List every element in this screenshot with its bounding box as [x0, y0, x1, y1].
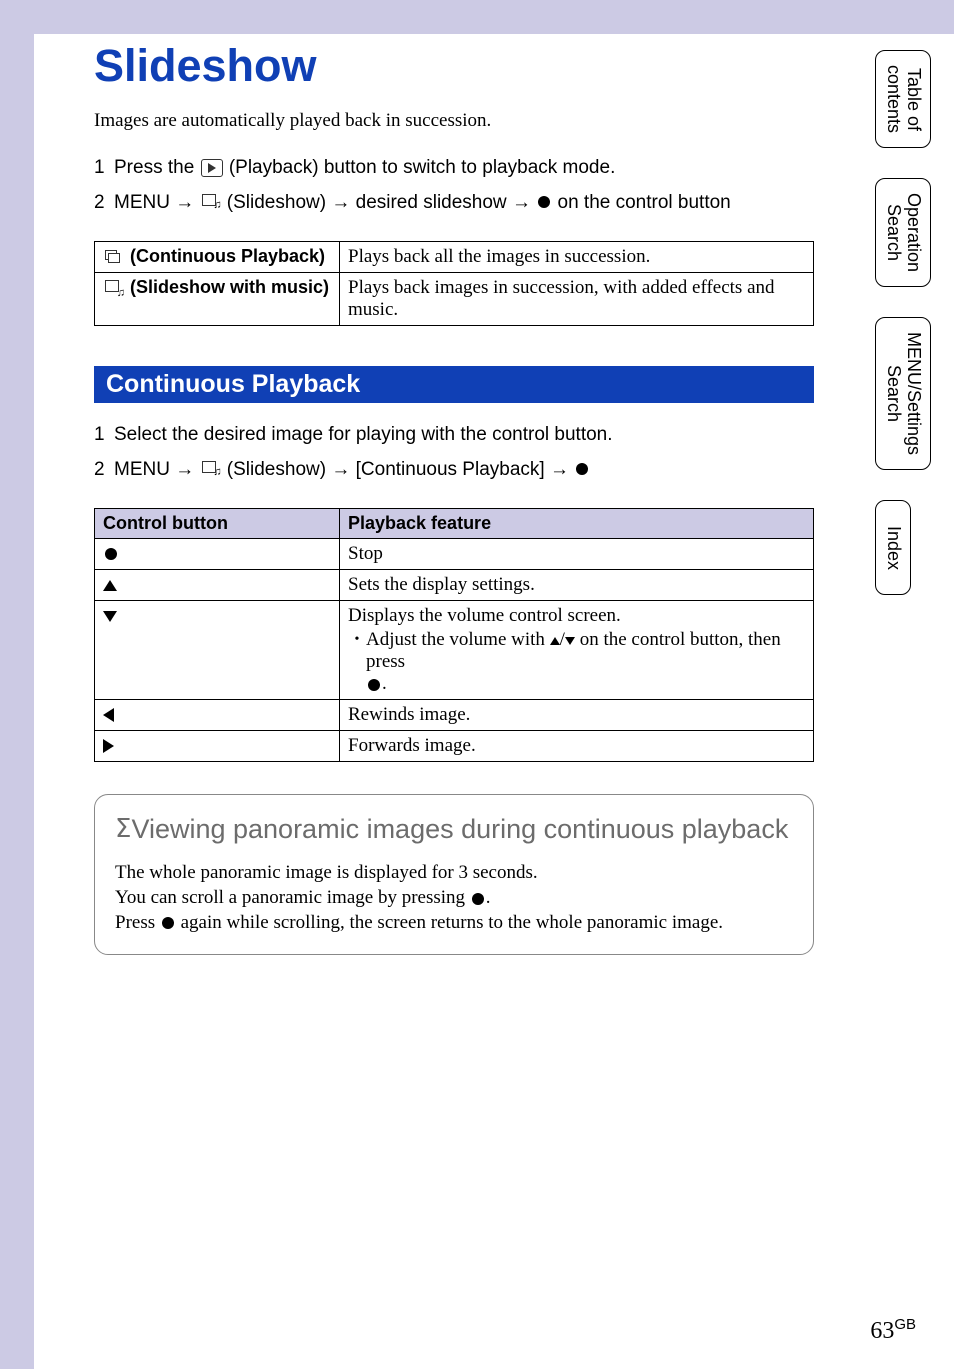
tab-menu-settings[interactable]: MENU/Settings Search	[875, 317, 931, 470]
step-text: (Slideshow)	[222, 459, 332, 480]
step-text: on the control button	[552, 192, 731, 213]
cell-feature: Sets the display settings.	[340, 570, 814, 601]
step-text-prefix: Press the	[114, 157, 200, 178]
section-steps: 1 Select the desired image for playing w…	[94, 421, 814, 484]
sidebar-tabs: Table of contents Operation Search MENU/…	[875, 50, 931, 625]
playback-icon	[201, 159, 223, 177]
table-row: Displays the volume control screen. • Ad…	[95, 601, 814, 700]
mode-table: (Continuous Playback) Plays back all the…	[94, 241, 814, 326]
table-row: Forwards image.	[95, 731, 814, 762]
continuous-playback-icon	[105, 249, 123, 265]
main-steps: 1 Press the (Playback) button to switch …	[94, 154, 814, 217]
table-header-row: Control button Playback feature	[95, 509, 814, 539]
tip-line: The whole panoramic image is displayed f…	[115, 861, 793, 886]
sub-text: Adjust the volume with	[366, 629, 550, 650]
tab-contents[interactable]: Table of contents	[875, 50, 931, 148]
cell-feature: Rewinds image.	[340, 700, 814, 731]
tip-line: again while scrolling, the screen return…	[176, 912, 723, 933]
left-bar	[0, 0, 34, 1369]
slideshow-icon	[202, 461, 220, 477]
center-button-icon	[162, 917, 174, 929]
step-text: [Continuous Playback]	[350, 459, 550, 480]
step-text-suffix: (Playback) button to switch to playback …	[224, 157, 616, 178]
step-2: 2 MENU → (Slideshow) → desired slideshow…	[94, 189, 814, 218]
right-icon	[103, 739, 114, 753]
col-header: Playback feature	[340, 509, 814, 539]
slideshow-icon	[202, 194, 220, 210]
center-button-icon	[368, 679, 380, 691]
cell-feature: Stop	[340, 539, 814, 570]
cell-feature: Displays the volume control screen.	[348, 605, 621, 626]
table-row: Sets the display settings.	[95, 570, 814, 601]
col-header: Control button	[95, 509, 340, 539]
page-number: 63GB	[870, 1316, 916, 1345]
step-num: 2	[94, 189, 114, 218]
down-icon	[565, 637, 575, 645]
table-row: (Slideshow with music) Plays back images…	[95, 273, 814, 326]
step-text: desired slideshow	[350, 192, 512, 213]
tip-line: You can scroll a panoramic image by pres…	[115, 887, 470, 908]
arrow-icon: →	[175, 192, 194, 213]
cell-label: (Slideshow with music)	[125, 277, 329, 297]
center-button-icon	[576, 463, 588, 475]
tab-operation[interactable]: Operation Search	[875, 178, 931, 287]
intro-text: Images are automatically played back in …	[94, 110, 814, 132]
step-text: Select the desired image for playing wit…	[114, 421, 814, 450]
arrow-icon: →	[331, 192, 350, 213]
tip-line: .	[486, 887, 491, 908]
page-title: Slideshow	[94, 40, 814, 92]
top-bar	[0, 0, 954, 34]
cell-label: (Continuous Playback)	[125, 246, 325, 266]
arrow-icon: →	[175, 459, 194, 480]
tab-index[interactable]: Index	[875, 500, 911, 595]
tip-box: ⵉViewing panoramic images during continu…	[94, 794, 814, 955]
bullet-icon: •	[348, 629, 366, 695]
up-icon	[103, 580, 117, 591]
center-button-icon	[538, 196, 550, 208]
table-row: (Continuous Playback) Plays back all the…	[95, 242, 814, 273]
page-locale: GB	[894, 1316, 916, 1333]
slideshow-music-icon	[105, 280, 123, 296]
section-header: Continuous Playback	[94, 366, 814, 403]
step-num: 2	[94, 456, 114, 485]
table-row: Stop	[95, 539, 814, 570]
arrow-icon: →	[550, 459, 569, 480]
arrow-icon: →	[512, 192, 531, 213]
arrow-icon: →	[331, 459, 350, 480]
down-icon	[103, 611, 117, 622]
up-icon	[550, 637, 560, 645]
control-table: Control button Playback feature Stop Set…	[94, 508, 814, 762]
tip-title-text: Viewing panoramic images during continuo…	[131, 814, 788, 844]
step-num: 1	[94, 421, 114, 450]
page-num: 63	[870, 1318, 894, 1344]
cell-feature: Forwards image.	[340, 731, 814, 762]
table-row: Rewinds image.	[95, 700, 814, 731]
cell-desc: Plays back images in succession, with ad…	[340, 273, 814, 326]
cell-desc: Plays back all the images in succession.	[340, 242, 814, 273]
tip-line: Press	[115, 912, 160, 933]
step-num: 1	[94, 154, 114, 183]
center-button-icon	[105, 548, 117, 560]
step-text: (Slideshow)	[222, 192, 332, 213]
step-1: 1 Select the desired image for playing w…	[94, 421, 814, 450]
step-1: 1 Press the (Playback) button to switch …	[94, 154, 814, 183]
center-button-icon	[472, 893, 484, 905]
step-text: MENU	[114, 459, 175, 480]
step-2: 2 MENU → (Slideshow) → [Continuous Playb…	[94, 456, 814, 485]
left-icon	[103, 708, 114, 722]
step-text: MENU	[114, 192, 175, 213]
tip-bulb-icon: ⵉ	[115, 811, 131, 846]
